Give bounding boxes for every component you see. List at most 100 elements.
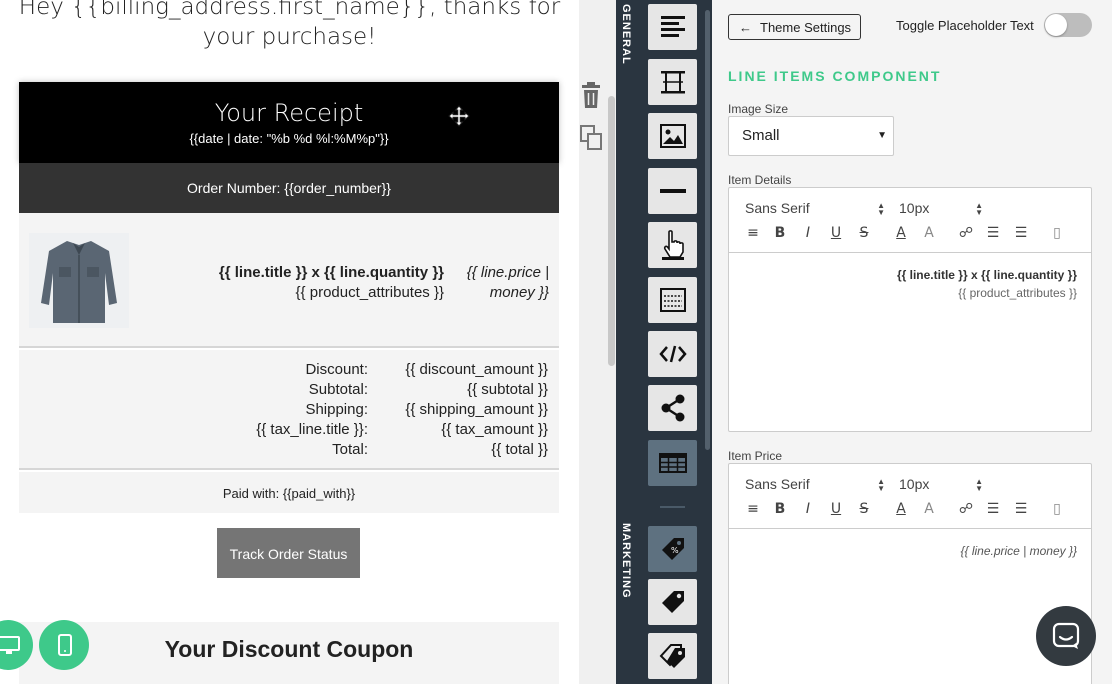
text-color-icon[interactable]: A [893, 500, 909, 518]
settings-panel: ← Theme Settings Toggle Placeholder Text… [712, 0, 1112, 684]
totals-label: {{ tax_line.title }}: [256, 421, 368, 438]
spacer-tool[interactable] [648, 59, 697, 105]
line-price-part2: money }} [489, 284, 549, 301]
totals-label: Discount: [305, 361, 368, 378]
receipt-title: Your Receipt [214, 99, 364, 127]
item-details-editor[interactable]: Sans Serif ▲ ▼ 10px ▲ ▼ ≡ B I U S A A ☍ ☰ … [728, 187, 1092, 432]
totals-label: Subtotal: [308, 381, 368, 398]
font-family-select[interactable]: Sans Serif ▲ ▼ [745, 476, 885, 493]
bullet-list-icon[interactable]: ☰ [985, 224, 1001, 242]
preview-scrollbar-thumb[interactable] [608, 96, 615, 366]
theme-settings-button[interactable]: ← Theme Settings [728, 14, 861, 40]
item-details-label: Item Details [728, 173, 792, 187]
component-palette: GENERAL MARKETING % [616, 0, 712, 684]
social-tool[interactable] [648, 385, 697, 431]
duplicate-block-icon[interactable] [579, 124, 603, 152]
divider-icon [659, 189, 686, 193]
tag-tool[interactable] [648, 579, 697, 625]
move-icon[interactable] [448, 105, 470, 127]
palette-scrollbar[interactable] [703, 0, 712, 684]
chat-support-button[interactable] [1036, 606, 1096, 666]
numbered-list-icon[interactable]: ☰ [1013, 224, 1029, 242]
link-icon[interactable]: ☍ [958, 500, 974, 518]
underline-icon[interactable]: U [828, 500, 844, 518]
bold-icon[interactable]: B [772, 224, 788, 242]
item-price-editor[interactable]: Sans Serif ▲ ▼ 10px ▲ ▼ ≡ B I U S A A ☍ ☰ … [728, 463, 1092, 684]
strikethrough-icon[interactable]: S [856, 224, 872, 242]
font-size-value: 10px [899, 200, 930, 216]
mobile-view-button[interactable] [39, 620, 89, 670]
totals-block[interactable]: Discount: {{ discount_amount }} Subtotal… [19, 350, 559, 470]
placeholder-toggle[interactable] [1044, 13, 1092, 37]
item-details-content: {{ line.title }} x {{ line.quantity }} {… [897, 266, 1077, 302]
strikethrough-icon[interactable]: S [856, 500, 872, 518]
underline-icon[interactable]: U [828, 224, 844, 242]
mobile-icon [58, 634, 72, 656]
font-size-value: 10px [899, 476, 930, 492]
image-tool[interactable] [648, 113, 697, 159]
product-image [29, 233, 129, 328]
chat-icon [1052, 622, 1080, 649]
totals-row-tax: {{ tax_line.title }}: {{ tax_amount }} [19, 420, 559, 440]
bullet-list-icon[interactable]: ☰ [985, 500, 1001, 518]
button-tool[interactable] [648, 222, 697, 268]
palette-scrollbar-thumb[interactable] [705, 10, 710, 450]
text-align-icon [660, 16, 685, 37]
form-field-icon [659, 288, 686, 312]
shopify-icon[interactable]: ▯ [1049, 500, 1065, 518]
totals-label: Total: [332, 441, 368, 458]
details-line-title: {{ line.title }} x {{ line.quantity }} [896, 268, 1077, 282]
text-tool[interactable] [648, 4, 697, 50]
line-title-token: {{ line.title }} [218, 264, 308, 281]
discount-tool[interactable]: % [648, 526, 697, 572]
line-item-row[interactable]: {{ line.title }} x {{ line.quantity }} {… [19, 213, 559, 348]
divider-tool[interactable] [648, 168, 697, 214]
share-icon [661, 394, 684, 422]
line-item-price: {{ line.price | money }} [459, 263, 549, 303]
background-color-icon[interactable]: A [921, 224, 937, 242]
font-family-select[interactable]: Sans Serif ▲ ▼ [745, 200, 885, 217]
totals-value: {{ shipping_amount }} [405, 401, 548, 418]
tags-tool[interactable] [648, 633, 697, 679]
delete-block-icon[interactable] [579, 82, 603, 110]
email-preview: Hey {{billing_address.first_name}}, than… [0, 0, 579, 684]
bold-icon[interactable]: B [772, 500, 788, 518]
item-price-toolbar: Sans Serif ▲ ▼ 10px ▲ ▼ ≡ B I U S A A ☍ ☰ … [729, 464, 1091, 529]
image-size-value: Small [742, 127, 780, 144]
palette-divider [660, 506, 685, 508]
updown-icon: ▲ ▼ [877, 477, 885, 493]
receipt-header[interactable]: Your Receipt {{date | date: "%b %d %l:%M… [19, 82, 559, 163]
item-price-label: Item Price [728, 449, 783, 463]
shopify-icon[interactable]: ▯ [1049, 224, 1065, 242]
line-items-tool[interactable] [648, 440, 697, 486]
text-color-icon[interactable]: A [893, 224, 909, 242]
palette-section-general: GENERAL [620, 4, 632, 65]
font-size-select[interactable]: 10px ▲ ▼ [899, 476, 983, 493]
font-family-value: Sans Serif [745, 476, 810, 492]
image-size-select[interactable]: Small ▼ [728, 116, 894, 156]
align-icon[interactable]: ≡ [745, 224, 761, 242]
coupon-tag-icon: % [661, 538, 684, 560]
theme-settings-label: Theme Settings [760, 19, 852, 35]
line-quantity-token: {{ line.quantity }} [323, 264, 444, 281]
numbered-list-icon[interactable]: ☰ [1013, 500, 1029, 518]
line-title-separator: x [307, 264, 324, 281]
italic-icon[interactable]: I [800, 224, 816, 242]
table-icon [658, 453, 687, 473]
paid-with-text: Paid with: {{paid_with}} [19, 472, 559, 513]
coupon-section[interactable]: Your Discount Coupon [19, 622, 559, 684]
italic-icon[interactable]: I [800, 500, 816, 518]
line-price-part1: {{ line.price | [466, 264, 549, 281]
preview-scrollbar[interactable] [607, 0, 616, 684]
totals-value: {{ subtotal }} [467, 381, 548, 398]
placeholder-toggle-label: Toggle Placeholder Text [896, 18, 1034, 33]
form-tool[interactable] [648, 277, 697, 323]
background-color-icon[interactable]: A [921, 500, 937, 518]
updown-icon: ▲ ▼ [975, 201, 983, 217]
html-tool[interactable] [648, 331, 697, 377]
totals-row-subtotal: Subtotal: {{ subtotal }} [19, 380, 559, 400]
align-icon[interactable]: ≡ [745, 500, 761, 518]
track-order-button[interactable]: Track Order Status [217, 528, 360, 578]
link-icon[interactable]: ☍ [958, 224, 974, 242]
font-size-select[interactable]: 10px ▲ ▼ [899, 200, 983, 217]
